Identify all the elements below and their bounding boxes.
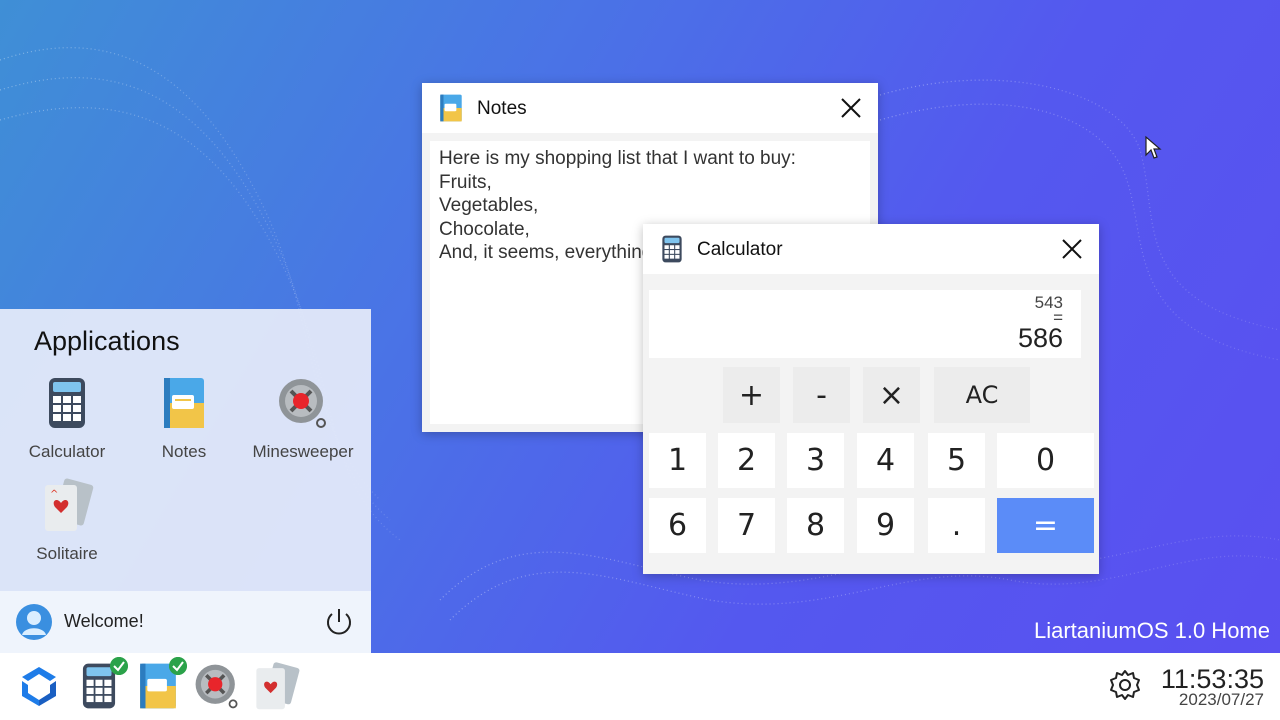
decimal-button[interactable]: . — [928, 498, 985, 553]
cards-icon — [256, 662, 300, 710]
calculator-window[interactable]: Calculator 543 = 586 + - × AC 1 2 3 4 5 … — [643, 224, 1099, 574]
digit-6-button[interactable]: 6 — [649, 498, 706, 553]
app-tile-solitaire[interactable]: ^ Solitaire — [12, 477, 122, 564]
notes-icon — [440, 94, 462, 122]
taskbar-solitaire[interactable] — [251, 661, 301, 711]
close-icon[interactable] — [1059, 236, 1085, 262]
digit-3-button[interactable]: 3 — [787, 433, 844, 488]
app-tile-calculator[interactable]: Calculator — [12, 375, 122, 462]
plus-button[interactable]: + — [723, 367, 780, 423]
digit-4-button[interactable]: 4 — [857, 433, 914, 488]
calculator-display: 543 = 586 — [649, 290, 1081, 358]
welcome-text: Welcome! — [64, 611, 144, 631]
app-tile-label: Solitaire — [36, 544, 98, 563]
taskbar-calculator[interactable] — [74, 657, 128, 711]
digit-0-button[interactable]: 0 — [997, 433, 1094, 488]
digit-5-button[interactable]: 5 — [928, 433, 985, 488]
result-value: 586 — [1017, 323, 1063, 353]
digit-8-button[interactable]: 8 — [787, 498, 844, 553]
start-menu: Applications Calculator Notes Minesweepe… — [0, 309, 371, 653]
start-menu-title: Applications — [34, 326, 180, 356]
digit-1-button[interactable]: 1 — [649, 433, 706, 488]
notes-titlebar[interactable]: Notes — [422, 83, 878, 133]
taskbar-notes[interactable] — [133, 657, 187, 711]
mine-icon — [279, 379, 326, 428]
app-tile-label: Calculator — [28, 442, 106, 461]
digit-9-button[interactable]: 9 — [857, 498, 914, 553]
mine-icon — [195, 664, 238, 709]
check-icon — [110, 657, 128, 675]
user-avatar-icon[interactable] — [16, 604, 52, 640]
os-version-label: LiartaniumOS 1.0 Home — [1034, 618, 1270, 643]
gear-icon[interactable] — [1108, 668, 1142, 702]
digit-7-button[interactable]: 7 — [718, 498, 775, 553]
clock-date: 2023/07/27 — [1178, 690, 1264, 709]
calculator-icon — [662, 235, 682, 263]
notes-line: Vegetables, — [439, 195, 539, 216]
app-tile-notes[interactable]: Notes — [129, 375, 239, 462]
digit-2-button[interactable]: 2 — [718, 433, 775, 488]
power-icon[interactable] — [322, 605, 356, 639]
os-logo-icon[interactable] — [16, 663, 62, 709]
mouse-cursor-icon — [1145, 135, 1162, 159]
app-tile-minesweeper[interactable]: Minesweeper — [248, 375, 358, 462]
svg-text:^: ^ — [50, 489, 58, 500]
multiply-button[interactable]: × — [863, 367, 920, 423]
start-menu-footer: Welcome! — [0, 591, 371, 653]
taskbar-minesweeper[interactable] — [192, 661, 242, 711]
notes-line: Fruits, — [439, 171, 492, 193]
calculator-icon — [49, 378, 85, 428]
app-tile-label: Notes — [161, 442, 207, 461]
calculator-titlebar[interactable]: Calculator — [643, 224, 1099, 274]
equals-button[interactable]: = — [997, 498, 1094, 553]
minus-button[interactable]: - — [793, 367, 850, 423]
notes-icon — [164, 378, 204, 428]
taskbar: 11:53:35 2023/07/27 — [0, 653, 1280, 720]
notes-line: Here is my shopping list that I want to … — [439, 148, 796, 169]
app-tile-label: Minesweeper — [252, 442, 354, 461]
clear-button[interactable]: AC — [934, 367, 1030, 423]
close-icon[interactable] — [838, 95, 864, 121]
notes-window-title: Notes — [477, 98, 527, 119]
cards-icon: ^ — [45, 478, 94, 531]
calculator-window-title: Calculator — [697, 239, 783, 260]
check-icon — [169, 657, 187, 675]
